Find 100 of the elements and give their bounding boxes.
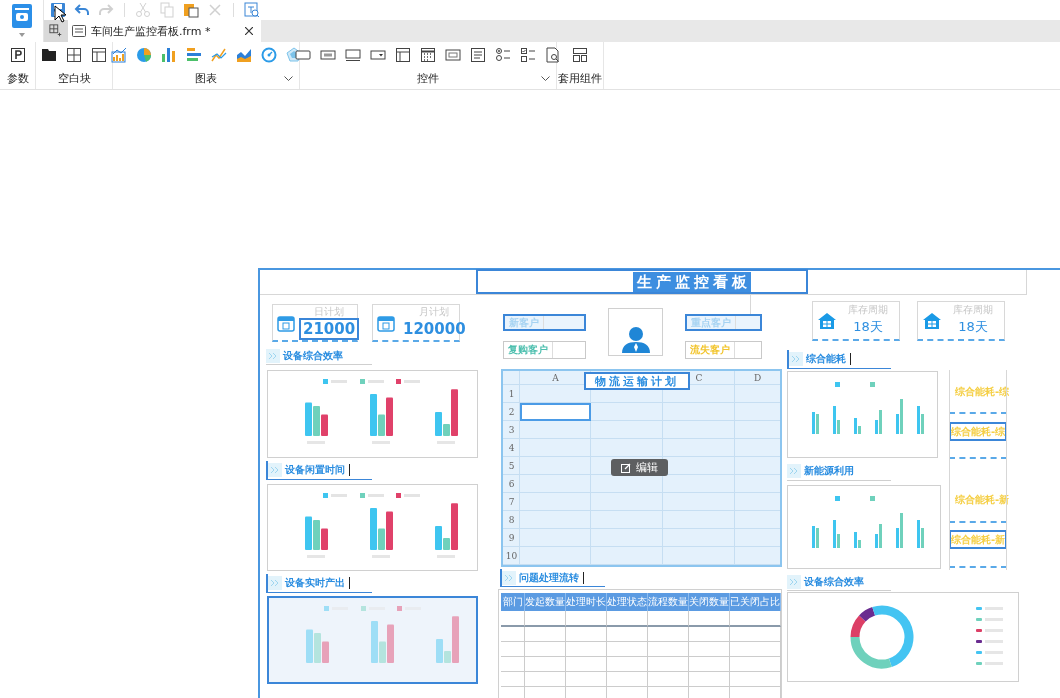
- dashboard-title: 生产监控看板: [633, 271, 751, 292]
- table-header-cell: 处理时长: [566, 593, 607, 611]
- bar-chart-icon[interactable]: [160, 47, 177, 63]
- table-cell: [730, 642, 781, 657]
- double-chevron-icon: [789, 352, 803, 366]
- clipboard-button[interactable]: [182, 1, 200, 19]
- calendar-icon: [377, 313, 395, 332]
- table-cell: [501, 611, 525, 627]
- legend-swatch: [835, 496, 840, 501]
- file-icon: [72, 25, 86, 37]
- legend-swatch: [397, 606, 402, 611]
- row-header[interactable]: 7: [508, 497, 515, 507]
- chart-panel[interactable]: [267, 370, 478, 458]
- customer-label: 复购客户: [504, 342, 553, 358]
- table-header-cell: 发起数量: [525, 593, 566, 611]
- table-cell: [689, 657, 730, 672]
- table-cell: [566, 672, 607, 687]
- section-title-text: 综合能耗: [806, 352, 846, 366]
- row-header[interactable]: 10: [505, 551, 518, 561]
- calendar-control-icon[interactable]: [420, 47, 436, 63]
- avatar-frame[interactable]: [608, 308, 663, 356]
- table-header-cell: 已关闭占比: [730, 593, 781, 611]
- horizontal-bar-chart-icon[interactable]: [185, 47, 202, 63]
- section-title[interactable]: 问题处理流转: [500, 569, 605, 587]
- gauge-icon[interactable]: [260, 47, 277, 63]
- split-block-icon[interactable]: [66, 47, 82, 63]
- text-cursor: [349, 577, 350, 589]
- calendar-icon: [277, 313, 295, 332]
- section-title-text: 新能源利用: [804, 464, 854, 478]
- table-header-cell: 关闭数量: [689, 593, 730, 611]
- customer-label: 流失客户: [686, 342, 735, 358]
- section-title[interactable]: 设备综合效率: [266, 347, 372, 365]
- selected-cell[interactable]: [520, 403, 591, 421]
- chevron-down-icon[interactable]: [541, 76, 550, 81]
- dropdown-control-icon[interactable]: [370, 47, 386, 63]
- pencil-icon: [621, 462, 631, 473]
- table-cell: [689, 672, 730, 687]
- table-cell: [501, 642, 525, 657]
- row-header[interactable]: 9: [508, 533, 515, 543]
- radio-group-icon[interactable]: [495, 47, 511, 63]
- section-title[interactable]: 设备闲置时间: [266, 461, 372, 480]
- pie-chart-icon[interactable]: [135, 47, 152, 63]
- table-cell: [525, 611, 566, 627]
- line-chart-icon[interactable]: [210, 47, 227, 63]
- row-header[interactable]: 4: [508, 443, 515, 453]
- row-header[interactable]: 8: [508, 515, 515, 525]
- plan-value[interactable]: 120000: [399, 317, 470, 340]
- parameter-icon[interactable]: [9, 47, 26, 63]
- table-cell: [566, 627, 607, 642]
- text-field-control-icon[interactable]: [345, 47, 361, 63]
- number-field-control-icon[interactable]: [445, 47, 461, 63]
- list-control-icon[interactable]: [470, 47, 486, 63]
- legend-swatch: [360, 379, 365, 384]
- edit-button[interactable]: 编辑: [611, 459, 668, 476]
- caret-icon: [18, 33, 25, 37]
- group-label: 套用组件: [558, 70, 602, 86]
- column-header[interactable]: D: [753, 373, 762, 383]
- spreadsheet-title[interactable]: 物流运输计划: [584, 372, 690, 390]
- add-grid-icon: [49, 24, 63, 38]
- file-tab[interactable]: 车间生产监控看板.frm *: [68, 20, 261, 42]
- row-header[interactable]: 5: [508, 461, 515, 471]
- section-title[interactable]: 综合能耗: [787, 350, 891, 369]
- legend-swatch: [396, 493, 401, 498]
- section-title[interactable]: 新能源利用: [787, 462, 891, 481]
- legend-swatch: [976, 607, 982, 610]
- column-header[interactable]: C: [695, 373, 703, 383]
- layout-block-icon[interactable]: [91, 47, 107, 63]
- row-header[interactable]: 3: [508, 425, 515, 435]
- customer-field[interactable]: 复购客户: [503, 341, 586, 359]
- checkbox-group-icon[interactable]: [520, 47, 536, 63]
- combo-chart-icon[interactable]: [110, 47, 127, 63]
- legend-swatch: [360, 493, 365, 498]
- dashboard-title-bar[interactable]: 生产监控看板: [476, 269, 808, 294]
- label-control-icon[interactable]: [320, 47, 336, 63]
- table-cell: [689, 642, 730, 657]
- block-icon[interactable]: [41, 47, 57, 63]
- double-chevron-icon: [787, 464, 801, 478]
- row-header[interactable]: 1: [508, 389, 515, 399]
- row-header[interactable]: 2: [508, 407, 515, 417]
- preview-button[interactable]: [243, 1, 261, 19]
- section-title[interactable]: 设备实时产出: [266, 574, 372, 593]
- legend-swatch: [976, 651, 982, 654]
- data-table[interactable]: 部门 发起数量处理时长处理状态流程数量关闭数量已关闭占比: [498, 589, 782, 698]
- chevron-down-icon[interactable]: [284, 76, 293, 81]
- plan-value[interactable]: 21000: [299, 317, 360, 340]
- legend-swatch: [870, 496, 875, 501]
- group-label: 控件: [417, 70, 439, 86]
- legend-swatch: [323, 379, 328, 384]
- row-header[interactable]: 6: [508, 479, 515, 489]
- column-header[interactable]: A: [552, 373, 559, 383]
- chart-panel[interactable]: [267, 484, 478, 571]
- button-control-icon[interactable]: [295, 47, 311, 63]
- section-title-text: 设备综合效率: [804, 574, 864, 589]
- document-search-icon[interactable]: [545, 47, 561, 63]
- section-title[interactable]: 设备综合效率: [787, 573, 891, 591]
- template-icon[interactable]: [572, 47, 588, 63]
- table-cell: [501, 627, 525, 642]
- chart-panel[interactable]: [267, 596, 478, 684]
- area-chart-icon[interactable]: [235, 47, 252, 63]
- panel-control-icon[interactable]: [395, 47, 411, 63]
